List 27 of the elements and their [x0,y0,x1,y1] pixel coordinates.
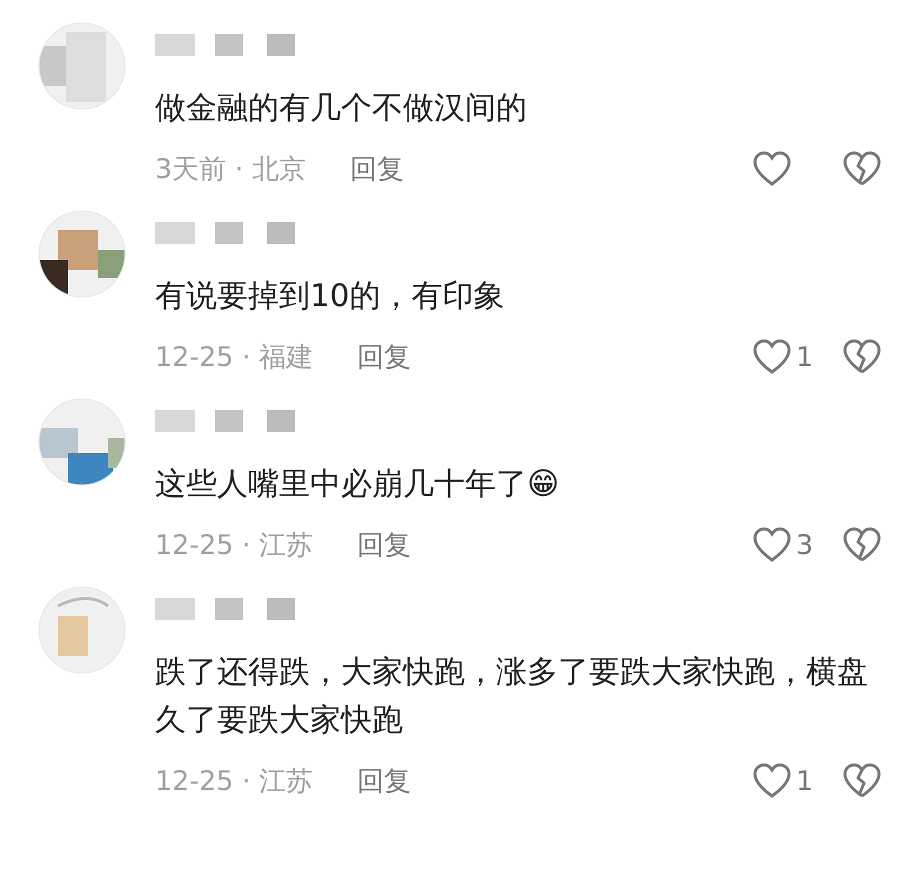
comment-text: 有说要掉到10的，有印象 [155,277,506,316]
reply-button[interactable]: 回复 [357,339,412,375]
comment-meta: 3天前 · 北京 [155,153,306,187]
avatar-icon [38,586,126,674]
broken-heart-icon[interactable] [842,150,882,188]
like-count: 3 [796,530,814,560]
comment-text: 跌了还得跌，大家快跑，涨多了要跌大家快跑，横盘久了要跌大家快跑 [155,653,869,740]
broken-heart-icon[interactable] [842,338,882,376]
avatar-icon [38,398,126,486]
like-count: 1 [796,342,814,372]
heart-icon[interactable] [752,150,792,188]
comment-text: 做金融的有几个不做汉间的 [155,89,528,128]
reply-button[interactable]: 回复 [357,527,412,563]
comment-text: 这些人嘴里中必崩几十年了😁 [155,465,560,504]
reply-button[interactable]: 回复 [357,763,412,799]
comment-meta: 12-25 · 福建 [155,341,314,375]
heart-icon[interactable] [752,762,792,800]
heart-icon[interactable] [752,526,792,564]
comment-meta: 12-25 · 江苏 [155,765,314,799]
heart-icon[interactable] [752,338,792,376]
avatar-icon [38,210,126,298]
like-count: 1 [796,766,814,796]
reply-button[interactable]: 回复 [350,151,404,187]
broken-heart-icon[interactable] [842,526,882,564]
comment-meta: 12-25 · 江苏 [155,529,314,563]
avatar-icon [38,22,126,110]
broken-heart-icon[interactable] [842,762,882,800]
